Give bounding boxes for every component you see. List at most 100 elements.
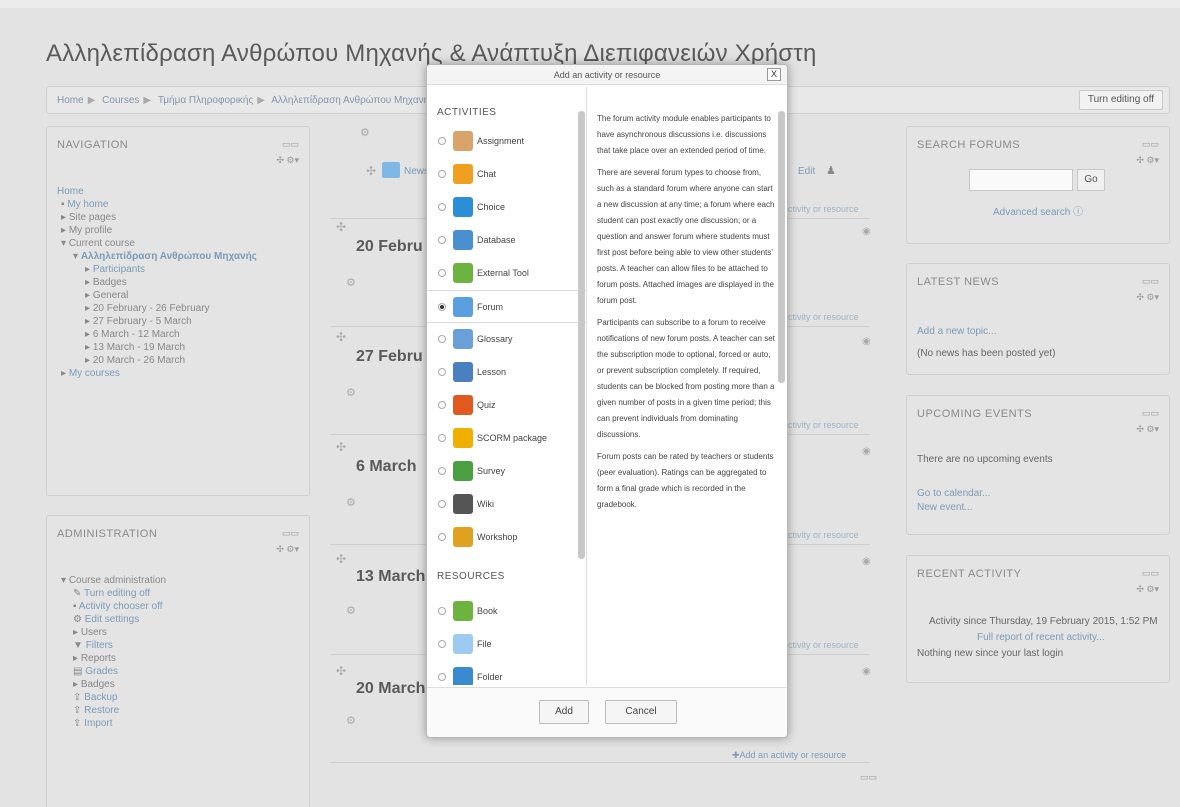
nav-week[interactable]: 20 February - 26 February (93, 303, 210, 314)
option-file[interactable]: File (427, 628, 577, 661)
go-to-calendar-link[interactable]: Go to calendar... (917, 488, 990, 499)
nav-my-profile-row[interactable]: ▸ My profile (57, 224, 257, 237)
nav-home[interactable]: Home (57, 185, 257, 198)
eye-icon[interactable]: ◉ (862, 446, 871, 457)
radio-button[interactable] (438, 467, 446, 475)
nav-my-courses[interactable]: My courses (69, 368, 120, 379)
option-choice[interactable]: Choice (427, 191, 577, 224)
admin-item[interactable]: ▸ Badges (57, 678, 166, 691)
nav-week[interactable]: 6 March - 12 March (93, 329, 180, 340)
admin-grades[interactable]: Grades (85, 666, 118, 677)
radio-button[interactable] (438, 236, 446, 244)
gear-icon[interactable]: ⚙ (346, 276, 356, 289)
nav-general[interactable]: General (93, 290, 129, 301)
eye-icon[interactable]: ◉ (862, 226, 871, 237)
move-icon[interactable]: ✣ (366, 164, 376, 178)
move-icon[interactable]: ✣ (336, 440, 346, 454)
admin-item[interactable]: ✎ Turn editing off (57, 587, 166, 600)
radio-button[interactable] (438, 170, 446, 178)
options-scrollbar[interactable] (577, 87, 587, 687)
nav-course-item[interactable]: ▸ Badges (57, 276, 257, 289)
option-glossary[interactable]: Glossary (427, 323, 577, 356)
nav-course-item[interactable]: ▸ Participants (57, 263, 257, 276)
description-scrollbar[interactable] (777, 87, 787, 687)
gear-icon[interactable]: ⚙ (346, 496, 356, 509)
option-quiz[interactable]: Quiz (427, 389, 577, 422)
radio-button[interactable] (438, 607, 446, 615)
turn-editing-off-button[interactable]: Turn editing off (1078, 90, 1163, 110)
option-chat[interactable]: Chat (427, 158, 577, 191)
admin-turn-editing-off[interactable]: Turn editing off (84, 588, 150, 599)
nav-week[interactable]: 20 March - 26 March (93, 355, 185, 366)
admin-item[interactable]: ▤ Grades (57, 665, 166, 678)
radio-button[interactable] (438, 401, 446, 409)
close-icon[interactable]: X (767, 68, 781, 81)
search-forums-input[interactable] (969, 169, 1073, 191)
eye-icon[interactable]: ◉ (862, 666, 871, 677)
option-survey[interactable]: Survey (427, 455, 577, 488)
collapse-icon[interactable]: ▭▭ (860, 772, 877, 783)
nav-course-item[interactable]: ▸ 20 March - 26 March (57, 354, 257, 367)
nav-course-item[interactable]: ▸ 20 February - 26 February (57, 302, 257, 315)
admin-item[interactable]: ▸ Reports (57, 652, 166, 665)
add-activity-link[interactable]: ctivity or resource (788, 420, 859, 430)
move-icon[interactable]: ✣ (336, 330, 346, 344)
option-database[interactable]: Database (427, 224, 577, 257)
option-forum[interactable]: Forum (427, 290, 586, 323)
help-icon[interactable]: ⓘ (1073, 207, 1083, 218)
block-move-icon[interactable]: ✣ ⚙▾ (1136, 584, 1159, 595)
breadcrumb-course[interactable]: Αλληλεπίδραση Ανθρώπου Μηχανής (271, 95, 434, 106)
add-activity-link[interactable]: ctivity or resource (788, 204, 859, 214)
option-external-tool[interactable]: External Tool (427, 257, 577, 290)
nav-course-item[interactable]: ▸ 13 March - 19 March (57, 341, 257, 354)
block-dock-icon[interactable]: ▭▭ (282, 139, 299, 150)
nav-participants[interactable]: Participants (93, 264, 145, 275)
gear-icon[interactable]: ⚙ (346, 386, 356, 399)
option-workshop[interactable]: Workshop (427, 521, 577, 554)
breadcrumb-home[interactable]: Home (57, 95, 84, 106)
admin-item[interactable]: ⇪ Import (57, 717, 166, 730)
nav-course-item[interactable]: ▸ 27 February - 5 March (57, 315, 257, 328)
nav-course-name[interactable]: Αλληλεπίδραση Ανθρώπου Μηχανής (81, 251, 257, 262)
nav-course-item[interactable]: ▸ 6 March - 12 March (57, 328, 257, 341)
option-assignment[interactable]: Assignment (427, 125, 577, 158)
gear-icon[interactable]: ⚙ (360, 126, 370, 139)
option-folder[interactable]: Folder (427, 661, 577, 685)
radio-button[interactable] (438, 673, 446, 681)
admin-activity-chooser-off[interactable]: Activity chooser off (79, 601, 163, 612)
radio-button[interactable] (438, 533, 446, 541)
block-move-icon[interactable]: ✣ ⚙▾ (1136, 155, 1159, 166)
gear-icon[interactable]: ⚙ (346, 604, 356, 617)
add-button[interactable]: Add (539, 700, 589, 724)
nav-my-profile[interactable]: My profile (69, 225, 112, 236)
breadcrumb-courses[interactable]: Courses (102, 95, 139, 106)
block-move-icon[interactable]: ✣ ⚙▾ (276, 544, 299, 555)
block-move-icon[interactable]: ✣ ⚙▾ (276, 155, 299, 166)
nav-my-courses-row[interactable]: ▸ My courses (57, 367, 257, 380)
move-icon[interactable]: ✣ (336, 220, 346, 234)
admin-course-admin[interactable]: Course administration (69, 575, 166, 586)
scroll-thumb[interactable] (578, 111, 585, 559)
nav-week[interactable]: 13 March - 19 March (93, 342, 185, 353)
nav-current-course[interactable]: Current course (69, 238, 135, 249)
full-report-link[interactable]: Full report of recent activity... (977, 632, 1105, 643)
admin-item[interactable]: ⚙ Edit settings (57, 613, 166, 626)
radio-button[interactable] (438, 203, 446, 211)
nav-week[interactable]: 27 February - 5 March (93, 316, 192, 327)
radio-button[interactable] (438, 368, 446, 376)
nav-site-pages[interactable]: Site pages (69, 212, 116, 223)
admin-badges[interactable]: Badges (81, 679, 115, 690)
nav-site-pages-row[interactable]: ▸ Site pages (57, 211, 257, 224)
eye-icon[interactable]: ◉ (862, 556, 871, 567)
radio-button[interactable] (438, 500, 446, 508)
admin-item[interactable]: ⇪ Backup (57, 691, 166, 704)
user-icon[interactable]: ♟ (826, 164, 836, 177)
admin-item[interactable]: ⇪ Restore (57, 704, 166, 717)
add-activity-link[interactable]: ctivity or resource (788, 640, 859, 650)
nav-course-item[interactable]: ▸ General (57, 289, 257, 302)
radio-button[interactable] (438, 335, 446, 343)
move-icon[interactable]: ✣ (336, 664, 346, 678)
nav-course-row[interactable]: ▾ Αλληλεπίδραση Ανθρώπου Μηχανής (57, 250, 257, 263)
block-dock-icon[interactable]: ▭▭ (1142, 408, 1159, 419)
admin-backup[interactable]: Backup (84, 692, 117, 703)
